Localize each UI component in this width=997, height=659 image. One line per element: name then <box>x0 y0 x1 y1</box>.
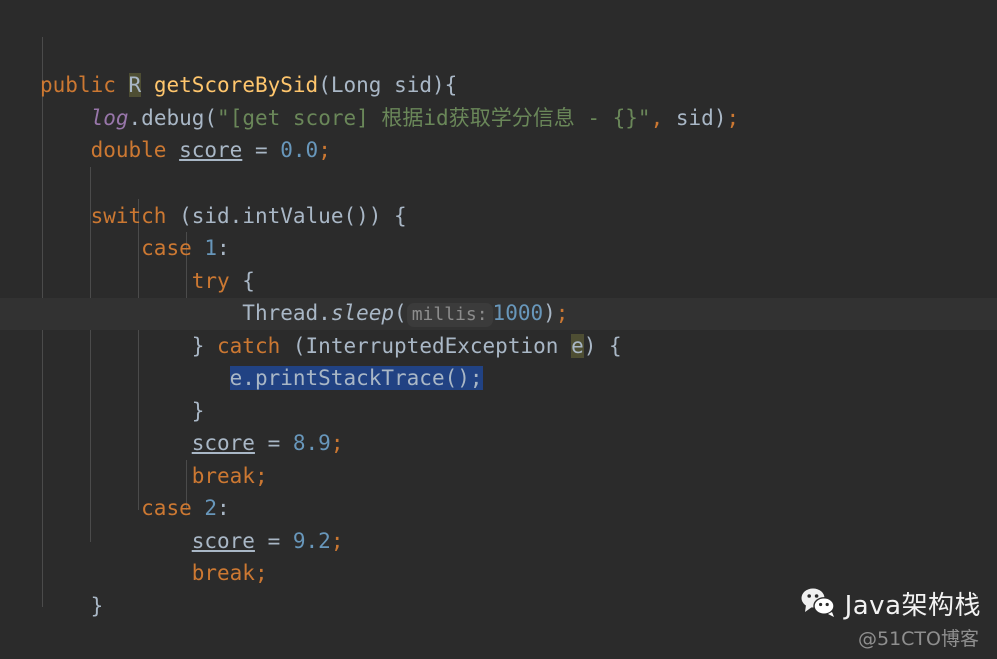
code-line-1[interactable]: public R getScoreBySid(Long sid){ <box>0 5 997 97</box>
code-line-10[interactable]: e.printStackTrace(); <box>0 298 997 390</box>
code-line-8[interactable]: Thread.sleep(millis: 1000); <box>0 233 997 327</box>
code-line-6[interactable]: case 1: <box>0 168 997 260</box>
code-line-19[interactable]: return RUtils.create(score); <box>0 591 997 623</box>
code-line-9[interactable]: } catch (InterruptedException e) { <box>0 266 997 358</box>
code-line-2[interactable]: log.debug("[get score] 根据id获取学分信息 - {}",… <box>0 38 997 130</box>
code-line-15[interactable]: score = 9.2; <box>0 461 997 553</box>
code-line-11[interactable]: } <box>0 331 997 423</box>
code-line-14[interactable]: case 2: <box>0 428 997 520</box>
code-line-13[interactable]: break; <box>0 396 997 488</box>
code-line-12[interactable]: score = 8.9; <box>0 363 997 455</box>
code-line-5[interactable]: switch (sid.intValue()) { <box>0 136 997 228</box>
code-editor[interactable]: public R getScoreBySid(Long sid){ log.de… <box>0 0 997 659</box>
code-line-16[interactable]: break; <box>0 493 997 585</box>
code-line-20[interactable]: } <box>0 623 997 655</box>
code-line-7[interactable]: try { <box>0 201 997 293</box>
code-line-3[interactable]: double score = 0.0; <box>0 70 997 162</box>
code-line-17[interactable]: } <box>0 526 997 618</box>
